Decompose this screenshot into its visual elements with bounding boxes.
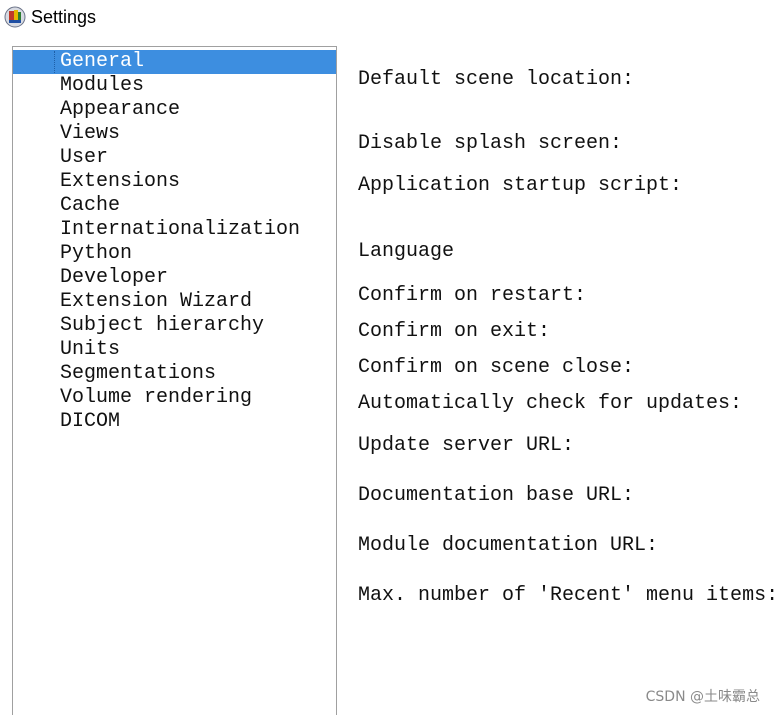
disable-splash-screen-label: Disable splash screen: (358, 132, 623, 155)
settings-category-list[interactable]: General Modules Appearance Views User Ex… (12, 46, 337, 715)
sidebar-item-segmentations[interactable]: Segmentations (13, 362, 336, 386)
default-scene-location-label: Default scene location: (358, 68, 635, 91)
sidebar-item-volume-rendering[interactable]: Volume rendering (13, 386, 336, 410)
update-server-url-label: Update server URL: (358, 434, 575, 457)
sidebar-item-modules[interactable]: Modules (13, 74, 336, 98)
auto-check-updates-label: Automatically check for updates: (358, 392, 743, 415)
sidebar-item-dicom[interactable]: DICOM (13, 410, 336, 434)
sidebar-item-appearance[interactable]: Appearance (13, 98, 336, 122)
settings-window: Settings General Modules Appearance View… (0, 0, 776, 715)
sidebar-item-subject-hierarchy[interactable]: Subject hierarchy (13, 314, 336, 338)
sidebar-item-general[interactable]: General (13, 50, 336, 74)
sidebar-item-cache[interactable]: Cache (13, 194, 336, 218)
sidebar-item-views[interactable]: Views (13, 122, 336, 146)
sidebar-item-developer[interactable]: Developer (13, 266, 336, 290)
sidebar-item-extensions[interactable]: Extensions (13, 170, 336, 194)
module-documentation-url-label: Module documentation URL: (358, 534, 659, 557)
application-startup-script-label: Application startup script: (358, 174, 683, 197)
confirm-on-scene-close-label: Confirm on scene close: (358, 356, 635, 379)
sidebar-item-units[interactable]: Units (13, 338, 336, 362)
sidebar-item-user[interactable]: User (13, 146, 336, 170)
sidebar-item-internationalization[interactable]: Internationalization (13, 218, 336, 242)
language-label: Language (358, 240, 455, 263)
slicer-app-icon (4, 6, 26, 28)
confirm-on-exit-label: Confirm on exit: (358, 320, 551, 343)
title-bar: Settings (0, 0, 776, 36)
max-recent-menu-items-label: Max. number of 'Recent' menu items: (358, 584, 776, 607)
sidebar-item-extension-wizard[interactable]: Extension Wizard (13, 290, 336, 314)
window-title: Settings (31, 7, 97, 27)
documentation-base-url-label: Documentation base URL: (358, 484, 635, 507)
sidebar-item-python[interactable]: Python (13, 242, 336, 266)
csdn-watermark: CSDN @土味霸总 (645, 689, 760, 705)
confirm-on-restart-label: Confirm on restart: (358, 284, 587, 307)
